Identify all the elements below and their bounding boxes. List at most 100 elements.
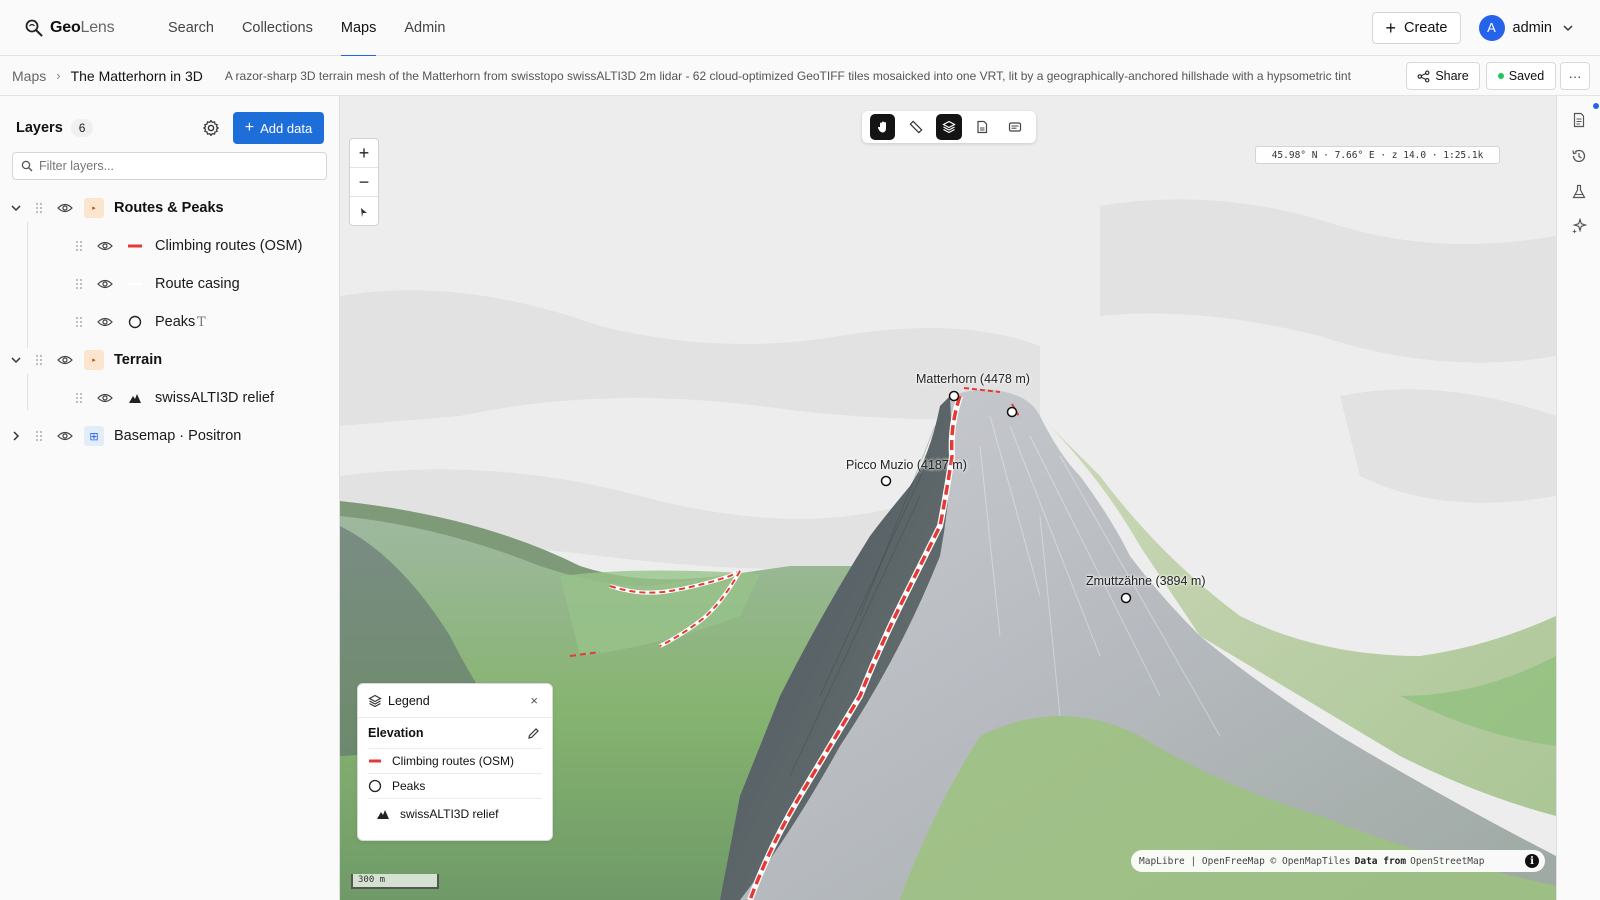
caption-icon (1009, 122, 1022, 132)
caption-tool-button[interactable] (1003, 114, 1028, 140)
layer-group-terrain[interactable]: ▸ Terrain (0, 344, 338, 376)
brand-name: GeoLens (50, 18, 115, 36)
layer-name: Peaks (155, 314, 196, 330)
right-tool-rail (1556, 96, 1600, 900)
legend-item-label: swissALTI3D relief (400, 806, 499, 821)
nav-search[interactable]: Search (154, 0, 228, 56)
scale-bar: 300 m (351, 874, 439, 889)
map-canvas[interactable]: Matterhorn (4478 m) Picco Muzio (4187 m)… (340, 96, 1556, 900)
layers-header: Layers 6 + Add data (16, 112, 324, 144)
eye-icon[interactable] (97, 278, 113, 290)
basemap-grid-icon: ⊞ (84, 426, 104, 446)
attribution-osm-link[interactable]: OpenStreetMap (1410, 856, 1484, 867)
sparkles-icon[interactable] (1571, 218, 1587, 234)
close-icon[interactable]: × (530, 693, 538, 708)
history-icon[interactable] (1571, 148, 1587, 164)
legend-item-climbing-routes: Climbing routes (OSM) (368, 748, 542, 773)
line-symbol-icon (369, 759, 381, 763)
legend-section: Elevation (358, 718, 552, 748)
drag-handle-icon[interactable] (35, 354, 43, 366)
nav-maps[interactable]: Maps (327, 0, 390, 57)
chevron-right-icon[interactable] (10, 430, 22, 442)
flask-icon[interactable] (1571, 184, 1587, 200)
mountain-icon (377, 809, 389, 819)
layers-icon (942, 120, 956, 134)
avatar: A (1478, 14, 1505, 41)
line-symbol-icon (128, 244, 142, 248)
legend-item-peaks: Peaks (368, 773, 542, 798)
compass-icon (361, 207, 367, 217)
create-button[interactable]: + Create (1372, 11, 1461, 44)
zoom-out-button[interactable]: − (350, 168, 378, 197)
eye-icon[interactable] (97, 316, 113, 328)
text-labels-icon: T (197, 314, 206, 330)
eye-icon[interactable] (97, 392, 113, 404)
add-data-button[interactable]: + Add data (233, 112, 324, 144)
saved-status-button[interactable]: Saved (1486, 62, 1556, 90)
share-label: Share (1435, 69, 1469, 83)
peak-label-matterhorn[interactable]: Matterhorn (4478 m) (916, 372, 1030, 386)
layer-name: swissALTI3D relief (155, 390, 274, 406)
share-button[interactable]: Share (1406, 62, 1480, 90)
line-symbol-icon (128, 282, 142, 286)
layer-name: Basemap · Positron (114, 428, 242, 444)
layers-count-badge: 6 (70, 119, 94, 137)
eye-icon[interactable] (57, 354, 73, 366)
filter-layers-input[interactable] (39, 159, 309, 173)
more-options-button[interactable]: ··· (1560, 62, 1590, 90)
export-tool-button[interactable] (970, 114, 995, 140)
peak-label-zmuttzahne[interactable]: Zmuttzähne (3894 m) (1086, 574, 1206, 588)
layers-title: Layers (16, 120, 63, 136)
drag-handle-icon[interactable] (35, 202, 43, 214)
document-icon[interactable] (1571, 112, 1587, 128)
user-name: admin (1512, 19, 1553, 36)
compass-button[interactable] (350, 197, 378, 226)
layer-climbing-routes[interactable]: Climbing routes (OSM) (0, 230, 338, 262)
brand-logo[interactable]: GeoLens (24, 18, 154, 38)
layer-name: Route casing (155, 276, 240, 292)
saved-status-dot (1497, 73, 1504, 79)
share-icon (1417, 70, 1430, 82)
layers-panel: Layers 6 + Add data ▸ Routes & Peaks Cli… (0, 96, 340, 900)
layers-tool-button[interactable] (936, 114, 962, 140)
chevron-down-icon[interactable] (10, 354, 22, 366)
legend-title: Legend (388, 693, 430, 708)
measure-tool-button[interactable] (903, 114, 928, 140)
document-icon (977, 120, 988, 134)
eye-icon[interactable] (57, 202, 73, 214)
zoom-in-button[interactable]: + (350, 139, 378, 168)
breadcrumb: Maps › The Matterhorn in 3D A razor-shar… (0, 56, 1600, 96)
layer-route-casing[interactable]: Route casing (0, 268, 338, 300)
layer-basemap[interactable]: ⊞ Basemap · Positron (0, 420, 338, 452)
legend-panel: Legend × Elevation Climbing routes (OSM)… (357, 683, 553, 841)
eye-icon[interactable] (97, 240, 113, 252)
user-menu[interactable]: A admin (1478, 14, 1575, 41)
attribution-text[interactable]: MapLibre | OpenFreeMap © OpenMapTiles (1139, 856, 1351, 867)
chevron-down-icon[interactable] (10, 202, 22, 214)
layer-group-routes-peaks[interactable]: ▸ Routes & Peaks (0, 192, 338, 224)
peak-label-picco-muzio[interactable]: Picco Muzio (4187 m) (846, 458, 967, 472)
drag-handle-icon[interactable] (35, 430, 43, 442)
drag-handle-icon[interactable] (75, 240, 83, 252)
map-toolbar (862, 111, 1036, 143)
drag-handle-icon[interactable] (75, 392, 83, 404)
mountain-icon (129, 394, 141, 403)
hand-icon (877, 121, 886, 133)
gear-icon[interactable] (202, 119, 220, 137)
drag-handle-icon[interactable] (75, 316, 83, 328)
breadcrumb-maps-link[interactable]: Maps (12, 68, 46, 84)
info-icon[interactable]: i (1525, 854, 1539, 868)
legend-item-relief: swissALTI3D relief (368, 798, 542, 828)
eye-icon[interactable] (57, 430, 73, 442)
legend-header: Legend × (358, 684, 552, 718)
zoom-controls: + − (349, 138, 379, 226)
nav-collections[interactable]: Collections (228, 0, 327, 56)
circle-symbol-icon (128, 315, 142, 329)
drag-handle-icon[interactable] (75, 278, 83, 290)
notification-dot (1593, 103, 1599, 109)
nav-admin[interactable]: Admin (390, 0, 459, 56)
layer-peaks[interactable]: Peaks T (0, 306, 338, 338)
pan-tool-button[interactable] (870, 114, 896, 140)
edit-icon[interactable] (527, 727, 540, 740)
layer-swissalti3d-relief[interactable]: swissALTI3D relief (0, 382, 338, 414)
